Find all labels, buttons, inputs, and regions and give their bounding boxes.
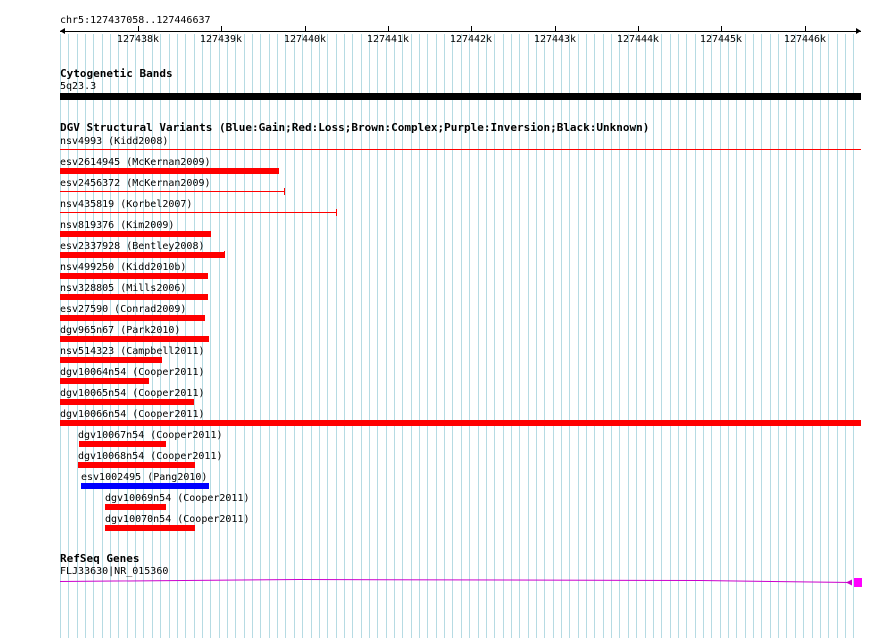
cytoband-label: 5q23.3 — [60, 81, 97, 92]
dgv-feature-bar[interactable] — [79, 441, 166, 447]
ruler-tick-label: 127442k — [449, 34, 493, 45]
dgv-feature-bar[interactable] — [60, 294, 208, 300]
dgv-feature-bar[interactable] — [60, 420, 861, 426]
dgv-feature-bar[interactable] — [60, 315, 205, 321]
ruler-location: chr5:127437058..127446637 — [60, 15, 211, 26]
dgv-feature-bar[interactable] — [60, 149, 861, 150]
ruler-tick — [138, 26, 139, 32]
ruler-tick-label: 127439k — [199, 34, 243, 45]
ruler-tick-label: 127444k — [616, 34, 660, 45]
ruler-tick-label: 127445k — [699, 34, 743, 45]
ruler-tick-label: 127440k — [283, 34, 327, 45]
dgv-feature-end-cap — [224, 251, 225, 258]
dgv-feature-bar[interactable] — [60, 191, 284, 192]
refseq-gene-feature[interactable] — [0, 575, 890, 590]
dgv-feature-bar[interactable] — [60, 273, 208, 279]
ruler-tick-label: 127438k — [116, 34, 160, 45]
dgv-feature-label: nsv435819 (Korbel2007) — [60, 199, 193, 210]
ruler-tick — [805, 26, 806, 32]
dgv-feature-bar[interactable] — [60, 212, 336, 213]
ruler-tick — [471, 26, 472, 32]
ruler-tick — [638, 26, 639, 32]
dgv-feature-end-cap — [284, 188, 285, 195]
dgv-feature-label: nsv4993 (Kidd2008) — [60, 136, 169, 147]
dgv-feature-label: esv2456372 (McKernan2009) — [60, 178, 211, 189]
dgv-track-title[interactable]: DGV Structural Variants (Blue:Gain;Red:L… — [60, 122, 649, 134]
ruler-left-arrow-icon[interactable] — [60, 28, 65, 34]
dgv-feature-bar[interactable] — [60, 168, 279, 174]
refseq-track-title[interactable]: RefSeq Genes — [60, 553, 139, 565]
ruler-tick — [555, 26, 556, 32]
dgv-feature-bar[interactable] — [105, 504, 166, 510]
cytoband-bar[interactable] — [60, 93, 861, 100]
dgv-feature-bar[interactable] — [105, 525, 195, 531]
cytoband-track-title[interactable]: Cytogenetic Bands — [60, 68, 173, 80]
dgv-feature-bar[interactable] — [60, 357, 162, 363]
ruler-tick-label: 127441k — [366, 34, 410, 45]
dgv-feature-bar[interactable] — [60, 252, 224, 258]
dgv-feature-bar[interactable] — [60, 336, 209, 342]
ruler-tick-label: 127446k — [783, 34, 827, 45]
dgv-feature-bar[interactable] — [78, 462, 195, 468]
ruler-right-arrow-icon[interactable] — [856, 28, 861, 34]
ruler-tick — [721, 26, 722, 32]
ruler-tick-label: 127443k — [533, 34, 577, 45]
ruler-tick — [305, 26, 306, 32]
dgv-feature-bar[interactable] — [60, 399, 194, 405]
refseq-intron-line — [59, 578, 853, 583]
ruler-axis — [60, 31, 861, 32]
dgv-feature-bar[interactable] — [60, 231, 211, 237]
ruler-tick — [221, 26, 222, 32]
refseq-strand-arrow-icon — [846, 579, 852, 586]
ruler-tick — [388, 26, 389, 32]
dgv-feature-end-cap — [336, 209, 337, 216]
dgv-feature-bar[interactable] — [60, 378, 149, 384]
dgv-feature-bar[interactable] — [81, 483, 209, 489]
refseq-exon-block — [854, 578, 862, 587]
